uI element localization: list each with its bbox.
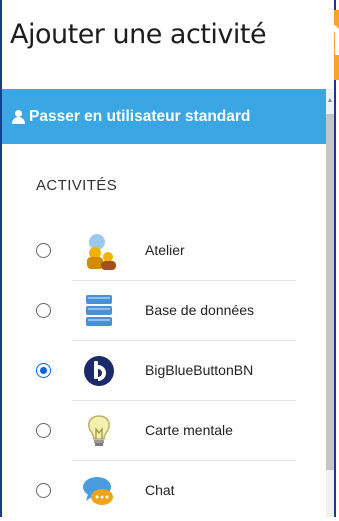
switch-role-button[interactable]: Passer en utilisateur standard <box>2 89 326 144</box>
activity-item-bigbluebuttonbn[interactable]: BigBlueButtonBN <box>2 341 326 401</box>
activity-radio[interactable] <box>36 423 51 438</box>
activity-item-atelier[interactable]: Atelier <box>2 221 326 281</box>
activity-label: Carte mentale <box>145 422 233 438</box>
activity-radio-selected[interactable] <box>36 363 51 378</box>
scroll-up-icon[interactable]: ▲ <box>326 96 334 106</box>
activity-label: Chat <box>145 482 175 498</box>
activity-label: BigBlueButtonBN <box>145 362 254 378</box>
dialog-header: Ajouter une activité <box>2 0 334 89</box>
bigbluebutton-icon <box>84 356 114 386</box>
switch-role-label: Passer en utilisateur standard <box>29 107 251 125</box>
activity-radio[interactable] <box>36 483 51 498</box>
user-icon <box>11 109 27 124</box>
workshop-icon <box>87 234 116 270</box>
lightbulb-icon <box>88 415 110 446</box>
activity-item-base-de-donnees[interactable]: Base de données <box>2 281 326 341</box>
activity-radio[interactable] <box>36 303 51 318</box>
section-heading: ACTIVITÉS <box>36 177 118 194</box>
activity-label: Atelier <box>145 242 185 258</box>
scrollbar-thumb[interactable] <box>326 114 334 470</box>
database-icon <box>86 295 112 326</box>
dialog-title: Ajouter une activité <box>10 19 267 50</box>
activity-radio[interactable] <box>36 243 51 258</box>
activity-item-carte-mentale[interactable]: Carte mentale <box>2 401 326 461</box>
chat-icon <box>83 477 113 505</box>
activity-label: Base de données <box>145 302 254 318</box>
activity-item-chat[interactable]: Chat <box>2 461 326 521</box>
